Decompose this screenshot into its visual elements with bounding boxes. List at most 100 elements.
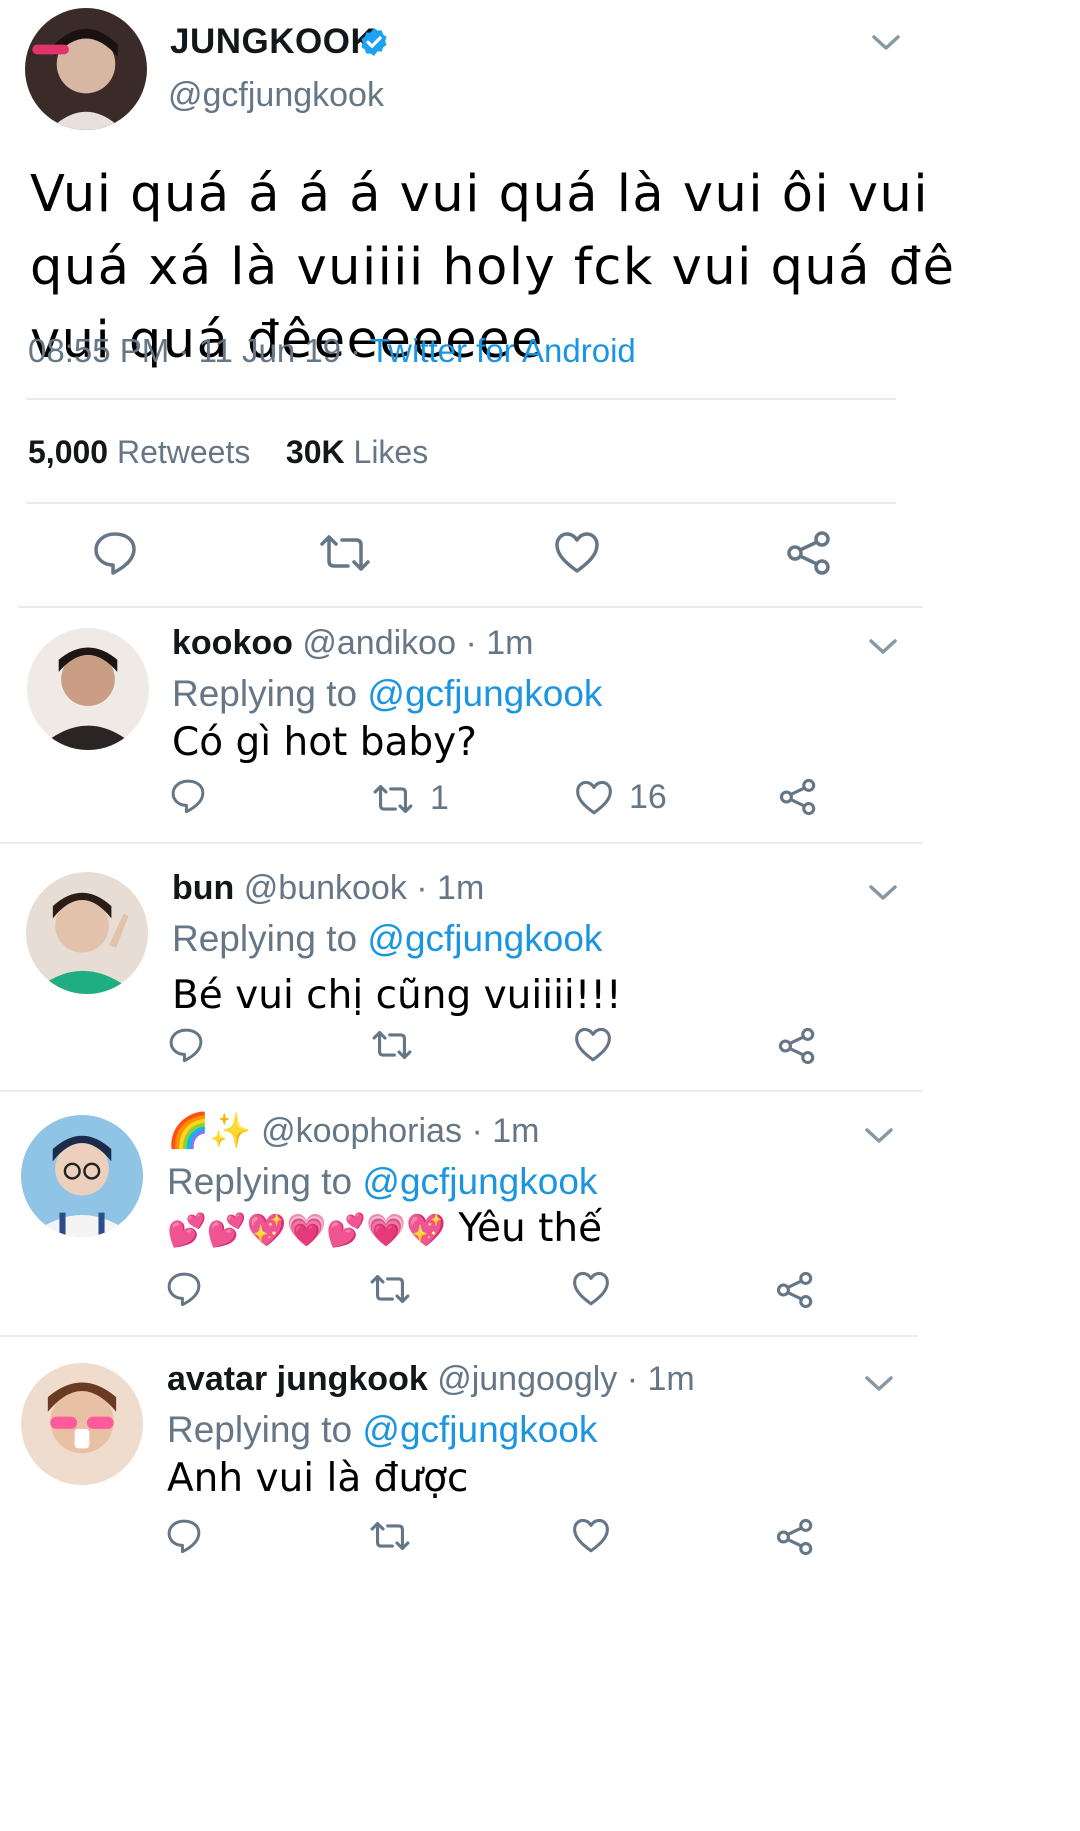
like-button[interactable] [574, 1027, 612, 1063]
divider [26, 502, 896, 504]
like-button[interactable] [572, 1271, 610, 1307]
chevron-down-icon[interactable] [862, 1373, 896, 1395]
author-handle[interactable]: @gcfjungkook [168, 76, 384, 115]
share-button[interactable] [776, 1518, 814, 1556]
share-button[interactable] [779, 778, 817, 816]
reply-name[interactable]: bun [172, 869, 234, 907]
retweets-stat[interactable]: 5,000 Retweets [28, 434, 250, 470]
chevron-down-icon[interactable] [862, 1125, 896, 1147]
like-icon [576, 780, 612, 814]
reply-icon [94, 532, 136, 575]
retweet-icon [373, 784, 413, 813]
reply-text: Bé vui chị cũng vuiiii!!! [172, 973, 622, 1018]
retweet-icon [320, 535, 370, 571]
reply-time: · 1m [626, 1360, 695, 1398]
reply-header: kookoo @andikoo · 1m [172, 624, 533, 663]
reply-avatar[interactable] [21, 1115, 143, 1237]
replying-prefix: Replying to [172, 918, 358, 959]
reply-button[interactable] [166, 1518, 202, 1554]
like-icon [555, 532, 599, 573]
likes-stat[interactable]: 30K Likes [286, 434, 428, 470]
retweet-button[interactable] [371, 1029, 413, 1061]
retweet-button[interactable]: 1 [372, 779, 449, 818]
like-count: 16 [629, 778, 667, 816]
replying-to-link[interactable]: @gcfjungkook [367, 918, 602, 959]
reply-icon [167, 1519, 201, 1554]
reply-handle[interactable]: @koophorias [261, 1112, 462, 1150]
replying-to-link[interactable]: @gcfjungkook [362, 1409, 597, 1450]
retweet-button[interactable] [369, 1273, 411, 1305]
reply-header: avatar jungkook @jungoogly · 1m [167, 1360, 695, 1399]
replying-to-link[interactable]: @gcfjungkook [367, 673, 602, 714]
heart-emojis: 💕💕💖💗💕💗💖 [167, 1211, 446, 1249]
reply-avatar[interactable] [26, 872, 148, 994]
reply-text-line: 💕💕💖💗💕💗💖 Yêu thế [167, 1206, 602, 1251]
chevron-down-icon[interactable] [866, 882, 900, 904]
replying-to: Replying to @gcfjungkook [167, 1409, 597, 1451]
reply-button[interactable] [166, 1271, 202, 1307]
share-icon [778, 1027, 815, 1065]
like-icon [573, 1271, 609, 1306]
retweet-icon [370, 1521, 410, 1550]
reply-name[interactable]: 🌈✨ [167, 1112, 252, 1150]
divider [26, 398, 896, 400]
verified-badge-icon [358, 26, 390, 58]
share-icon [776, 1518, 813, 1556]
like-button[interactable]: 16 [575, 778, 667, 817]
share-icon [776, 1271, 813, 1309]
replying-prefix: Replying to [172, 673, 358, 714]
replying-prefix: Replying to [167, 1409, 353, 1450]
reply-header: bun @bunkook · 1m [172, 869, 484, 908]
likes-count: 30K [285, 434, 345, 470]
share-icon [779, 778, 816, 816]
replying-to: Replying to @gcfjungkook [167, 1161, 597, 1203]
chevron-down-icon[interactable] [866, 636, 900, 658]
reply-name[interactable]: avatar jungkook [167, 1360, 428, 1398]
reply-handle[interactable]: @bunkook [244, 869, 407, 907]
replying-to-link[interactable]: @gcfjungkook [362, 1161, 597, 1202]
reply-icon [171, 779, 205, 814]
reply-header: 🌈✨ @koophorias · 1m [167, 1111, 539, 1151]
like-icon [575, 1027, 611, 1062]
reply-handle[interactable]: @jungoogly [437, 1360, 617, 1398]
retweets-label: Retweets [116, 434, 251, 470]
reply-text: Anh vui là được [167, 1456, 469, 1501]
reply-time: · 1m [416, 869, 485, 907]
chevron-down-icon[interactable] [869, 32, 903, 54]
reply-avatar[interactable] [27, 628, 149, 750]
likes-label: Likes [353, 434, 429, 470]
retweet-icon [370, 1274, 410, 1303]
reply-avatar[interactable] [21, 1363, 143, 1485]
like-button[interactable] [554, 531, 600, 575]
share-button[interactable] [778, 1027, 816, 1065]
tweet-timestamp[interactable]: 08:55 PM · 11 Jun 19 · [28, 332, 370, 369]
like-button[interactable] [572, 1518, 610, 1554]
reply-button[interactable] [168, 1027, 204, 1063]
reply-text: Có gì hot baby? [172, 720, 477, 765]
reply-button[interactable] [170, 778, 206, 814]
reply-icon [167, 1272, 201, 1307]
divider [0, 1090, 922, 1092]
replying-to: Replying to @gcfjungkook [172, 673, 602, 715]
retweet-button[interactable] [369, 1520, 411, 1552]
share-button[interactable] [786, 530, 832, 576]
divider [18, 606, 923, 608]
retweet-icon [372, 1030, 412, 1059]
tweet-stats: 5,000 Retweets 30K Likes [28, 434, 428, 471]
reply-button[interactable] [92, 530, 138, 576]
reply-name[interactable]: kookoo [172, 624, 293, 662]
author-avatar[interactable] [25, 8, 147, 130]
share-button[interactable] [776, 1271, 814, 1309]
retweet-count: 1 [430, 779, 449, 817]
reply-handle[interactable]: @andikoo [302, 624, 456, 662]
retweet-button[interactable] [318, 533, 372, 573]
like-icon [573, 1518, 609, 1553]
replying-to: Replying to @gcfjungkook [172, 918, 602, 960]
reply-icon [169, 1028, 203, 1063]
tweet-meta: 08:55 PM · 11 Jun 19 · Twitter for Andro… [28, 332, 636, 370]
divider [0, 842, 922, 844]
tweet-source-link[interactable]: Twitter for Android [370, 332, 636, 369]
share-icon [787, 531, 830, 575]
replying-prefix: Replying to [167, 1161, 353, 1202]
author-name[interactable]: JUNGKOOK [170, 22, 376, 62]
